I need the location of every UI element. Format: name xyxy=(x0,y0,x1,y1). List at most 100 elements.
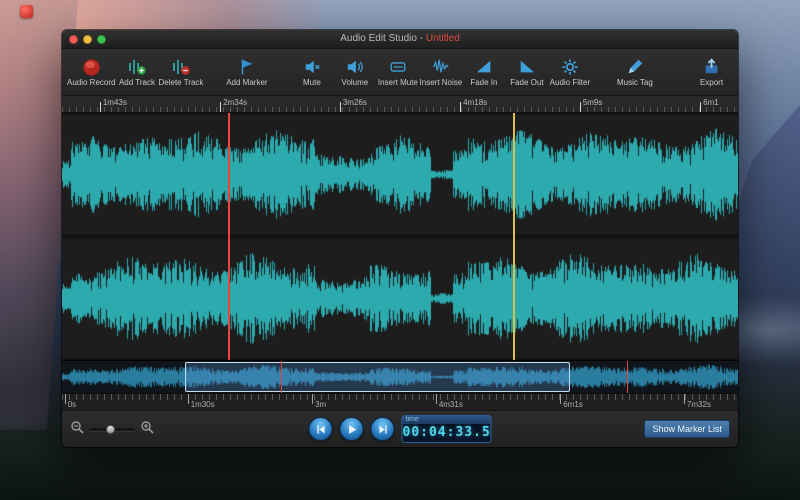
toolbar-insert-mute-button[interactable]: Insert Mute xyxy=(376,51,419,93)
time-display-caption: time xyxy=(403,416,491,424)
music-tag-icon xyxy=(626,57,644,77)
add-track-icon xyxy=(127,57,147,77)
playback-buttons xyxy=(309,417,395,441)
close-button[interactable] xyxy=(69,35,78,44)
ruler-major-tick xyxy=(684,394,685,404)
volume-icon xyxy=(346,57,364,77)
time-display: time 00:04:33.58 xyxy=(402,415,492,443)
fade-out-icon xyxy=(518,57,536,77)
time-label: 5m9s xyxy=(583,98,603,107)
toolbar-add-marker-button[interactable]: Add Marker xyxy=(225,51,268,93)
toolbar-label: Add Marker xyxy=(226,78,267,87)
insert-mute-icon xyxy=(389,57,407,77)
ruler-major-tick xyxy=(188,394,189,404)
ruler-major-tick xyxy=(100,102,101,112)
zoom-button[interactable] xyxy=(97,35,106,44)
ruler-major-tick xyxy=(460,102,461,112)
toolbar-mute-button[interactable]: Mute xyxy=(290,51,333,93)
time-label: 1m43s xyxy=(103,98,127,107)
audio-filter-icon xyxy=(561,57,579,77)
window-title: Audio Edit Studio - Untitled xyxy=(62,30,738,48)
time-label: 3m xyxy=(315,400,326,409)
play-button[interactable] xyxy=(340,417,364,441)
time-label: 4m31s xyxy=(439,400,463,409)
toolbar-label: Add Track xyxy=(119,78,155,87)
minimize-button[interactable] xyxy=(83,35,92,44)
overview-ruler[interactable]: 0s1m30s3m4m31s6m1s7m32s xyxy=(62,393,738,410)
ruler-major-tick xyxy=(700,102,701,112)
zoom-in-icon[interactable] xyxy=(140,420,154,439)
traffic-lights xyxy=(62,35,106,44)
zoom-out-icon[interactable] xyxy=(70,420,84,439)
zoom-slider-thumb[interactable] xyxy=(106,425,115,434)
toolbar-label: Music Tag xyxy=(617,78,653,87)
toolbar-label: Mute xyxy=(303,78,321,87)
toolbar-label: Insert Noise xyxy=(420,78,463,87)
playhead-red-line[interactable] xyxy=(228,113,230,360)
menubar-app-icon[interactable] xyxy=(20,5,33,18)
toolbar-label: Audio Filter xyxy=(550,78,590,87)
toolbar-music-tag-button[interactable]: Music Tag xyxy=(613,51,656,93)
ruler-major-tick xyxy=(65,394,66,404)
play-icon xyxy=(345,423,358,436)
overview-marker-1[interactable] xyxy=(281,361,282,393)
time-label: 4m18s xyxy=(463,98,487,107)
ruler-major-tick xyxy=(436,394,437,404)
toolbar-add-track-button[interactable]: Add Track xyxy=(115,51,158,93)
delete-track-icon xyxy=(171,57,191,77)
window-title-app: Audio Edit Studio - xyxy=(340,33,426,44)
time-label: 1m30s xyxy=(191,400,215,409)
time-label: 6m1s xyxy=(563,400,583,409)
timeline-ruler[interactable]: 1m43s2m34s3m26s4m18s5m9s6m1 xyxy=(62,96,738,113)
title-bar[interactable]: Audio Edit Studio - Untitled xyxy=(62,30,738,49)
insert-noise-icon xyxy=(432,57,450,77)
previous-button[interactable] xyxy=(309,417,333,441)
prev-icon xyxy=(314,423,327,436)
toolbar-delete-track-button[interactable]: Delete Track xyxy=(158,51,203,93)
view-selection-box[interactable] xyxy=(185,362,570,392)
track-area[interactable] xyxy=(62,113,738,360)
toolbar-label: Insert Mute xyxy=(378,78,418,87)
toolbar-label: Fade In xyxy=(470,78,497,87)
ruler-major-tick xyxy=(560,394,561,404)
transport-bar: time 00:04:33.58 Show Marker List xyxy=(62,410,738,447)
record-icon xyxy=(82,57,101,77)
toolbar-insert-noise-button[interactable]: Insert Noise xyxy=(419,51,462,93)
toolbar-fade-in-button[interactable]: Fade In xyxy=(462,51,505,93)
zoom-slider[interactable] xyxy=(89,428,135,431)
mute-icon xyxy=(303,57,321,77)
overview-strip[interactable] xyxy=(62,360,738,393)
ruler-major-tick xyxy=(340,102,341,112)
time-label: 7m32s xyxy=(687,400,711,409)
track-2-waveform[interactable] xyxy=(62,239,738,358)
export-icon xyxy=(703,57,721,77)
toolbar-label: Audio Record xyxy=(67,78,115,87)
time-display-value: 00:04:33.58 xyxy=(403,424,491,442)
add-marker-icon xyxy=(238,57,256,77)
next-icon xyxy=(376,423,389,436)
audio-edit-studio-window: Audio Edit Studio - Untitled Audio Recor… xyxy=(62,30,738,447)
time-label: 2m34s xyxy=(223,98,247,107)
marker-yellow-line[interactable] xyxy=(513,113,515,360)
toolbar-audio-record-button[interactable]: Audio Record xyxy=(67,51,115,93)
toolbar-label: Export xyxy=(700,78,723,87)
fade-in-icon xyxy=(475,57,493,77)
time-label: 6m1 xyxy=(703,98,719,107)
overview-marker-2[interactable] xyxy=(627,361,628,393)
track-1[interactable] xyxy=(62,115,738,234)
playback-group: time 00:04:33.58 xyxy=(309,415,492,443)
ruler-major-tick xyxy=(580,102,581,112)
toolbar-volume-button[interactable]: Volume xyxy=(333,51,376,93)
toolbar-fade-out-button[interactable]: Fade Out xyxy=(505,51,548,93)
window-title-document: Untitled xyxy=(426,33,460,44)
zoom-control xyxy=(70,420,154,439)
track-2[interactable] xyxy=(62,239,738,358)
next-button[interactable] xyxy=(371,417,395,441)
ruler-major-tick xyxy=(220,102,221,112)
toolbar-export-button[interactable]: Export xyxy=(690,51,733,93)
toolbar: Audio Record Add TrackDelete Track Add Mar… xyxy=(62,49,738,96)
toolbar-label: Delete Track xyxy=(158,78,203,87)
toolbar-audio-filter-button[interactable]: Audio Filter xyxy=(548,51,591,93)
track-1-waveform[interactable] xyxy=(62,115,738,234)
show-marker-list-button[interactable]: Show Marker List xyxy=(644,420,730,438)
